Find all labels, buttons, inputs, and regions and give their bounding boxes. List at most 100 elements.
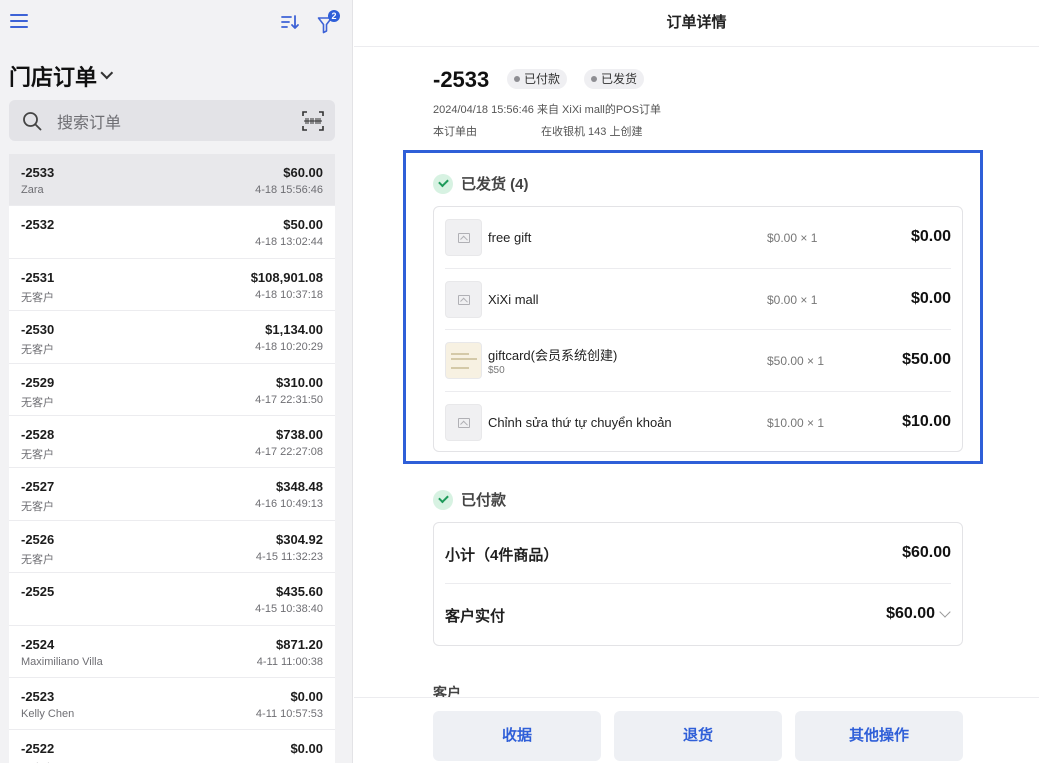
order-list-item[interactable]: -2525 $435.60 4-15 10:38:40 xyxy=(9,573,335,626)
store-orders-dropdown[interactable]: 门店订单 xyxy=(9,60,114,92)
sidebar: 2 门店订单 搜索订单 -2533 Zara $60.00 4-18 15:56:46… xyxy=(0,0,353,763)
item-price-qty: $0.00 × 1 xyxy=(767,292,818,307)
receipt-button[interactable]: 收据 xyxy=(433,711,601,761)
item-name: giftcard(会员系统创建) xyxy=(488,348,618,363)
order-time: 4-17 22:31:50 xyxy=(255,393,323,406)
subtotal-value: $60.00 xyxy=(902,544,951,561)
order-amount: $50.00 xyxy=(283,217,323,233)
created-by-label: 本订单由 xyxy=(433,126,477,138)
refund-button[interactable]: 退货 xyxy=(614,711,782,761)
order-number: -2533 xyxy=(433,67,490,92)
amount-paid-value: $60.00 xyxy=(886,605,935,622)
order-number: -2529 xyxy=(21,374,55,390)
sidebar-toolbar: 2 xyxy=(0,0,352,48)
item-variant: $50 xyxy=(488,365,505,376)
order-customer: Kelly Chen xyxy=(21,707,75,720)
order-list-item[interactable]: -2528 无客户 $738.00 4-17 22:27:08 xyxy=(9,415,335,469)
amount-paid-label: 客户实付 xyxy=(445,608,506,625)
order-amount: $0.00 xyxy=(290,741,323,757)
image-placeholder-icon xyxy=(445,280,482,318)
chevron-down-icon[interactable] xyxy=(939,606,951,618)
order-amount: $60.00 xyxy=(283,165,323,180)
order-list-item[interactable]: -2523 Kelly Chen $0.00 4-11 10:57:53 xyxy=(9,677,335,731)
order-time: 4-15 11:32:23 xyxy=(255,550,323,563)
status-badge-paid: 已付款 xyxy=(507,69,568,89)
order-number: -2523 xyxy=(21,688,55,704)
item-name: Chỉnh sửa thứ tự chuyển khoản xyxy=(488,414,672,430)
paid-section-title: 已付款 xyxy=(461,492,507,509)
order-customer: Zara xyxy=(21,184,44,196)
item-total: $0.00 xyxy=(910,289,951,307)
order-time: 4-18 13:02:44 xyxy=(255,236,323,249)
search-placeholder: 搜索订单 xyxy=(57,114,122,132)
order-list-item[interactable]: -2530 无客户 $1,134.00 4-18 10:20:29 xyxy=(9,311,335,364)
order-list-item[interactable]: -2526 无客户 $304.92 4-15 11:32:23 xyxy=(9,520,335,574)
order-time: 4-11 11:00:38 xyxy=(256,655,323,668)
detail-header: 订单详情 xyxy=(354,0,1039,47)
order-list: -2533 Zara $60.00 4-18 15:56:46 -2532 $50.00 4… xyxy=(9,154,335,763)
order-customer: Maximiliano Villa xyxy=(21,655,103,668)
more-actions-button[interactable]: 其他操作 xyxy=(795,711,963,761)
barcode-scan-icon[interactable] xyxy=(301,109,325,133)
filter-button[interactable]: 2 xyxy=(317,10,340,34)
order-amount: $304.92 xyxy=(276,531,323,547)
order-list-item[interactable]: -2533 Zara $60.00 4-18 15:56:46 xyxy=(9,154,335,207)
order-time: 4-18 10:20:29 xyxy=(255,341,323,354)
order-number: -2532 xyxy=(21,217,55,233)
image-placeholder-icon xyxy=(445,219,482,256)
image-placeholder-icon xyxy=(445,403,482,441)
item-name: free gift xyxy=(488,230,532,245)
search-input[interactable]: 搜索订单 xyxy=(9,100,335,141)
filter-count-badge: 2 xyxy=(328,10,340,22)
payment-card: 小计（4件商品） $60.00 客户实付 $60.00 xyxy=(433,522,963,646)
order-list-item[interactable]: -2527 无客户 $348.48 4-16 10:49:13 xyxy=(9,468,335,521)
order-number: -2531 xyxy=(21,269,55,285)
item-price-qty: $50.00 × 1 xyxy=(767,354,825,368)
order-number: -2530 xyxy=(21,322,55,338)
search-icon xyxy=(23,111,42,130)
order-customer: 无客户 xyxy=(21,553,54,566)
amount-paid-row[interactable]: 客户实付 $60.00 xyxy=(445,584,951,645)
line-item[interactable]: free gift $0.00 × 1 $0.00 xyxy=(445,207,951,269)
sort-icon[interactable] xyxy=(280,12,300,32)
order-time: 4-15 10:38:40 xyxy=(255,603,323,616)
order-list-item[interactable]: -2524 Maximiliano Villa $871.20 4-11 11:00:… xyxy=(9,625,335,678)
line-item[interactable]: XiXi mall $0.00 × 1 $0.00 xyxy=(445,269,951,330)
item-name: XiXi mall xyxy=(488,291,539,307)
item-total: $0.00 xyxy=(910,228,951,245)
order-number: -2528 xyxy=(21,426,55,442)
order-amount: $108,901.08 xyxy=(250,269,323,285)
item-price-qty: $10.00 × 1 xyxy=(767,415,825,430)
order-number: -2526 xyxy=(21,531,55,547)
line-items-card: free gift $0.00 × 1 $0.00 XiXi mall $0.00 × … xyxy=(433,206,963,452)
order-time: 4-18 15:56:46 xyxy=(255,184,323,196)
order-list-item[interactable]: -2532 $50.00 4-18 13:02:44 xyxy=(9,206,335,259)
subtotal-row: 小计（4件商品） $60.00 xyxy=(445,523,951,584)
order-time: 4-11 10:57:53 xyxy=(255,707,323,720)
order-time: 4-18 10:37:18 xyxy=(255,288,323,301)
check-circle-icon xyxy=(433,173,453,194)
line-item[interactable]: giftcard(会员系统创建) $50 $50.00 × 1 $50.00 xyxy=(445,330,951,392)
shipped-section-title: 已发货 (4) xyxy=(461,176,529,193)
order-list-item[interactable]: -2522无客户$0.00 xyxy=(9,730,335,763)
page-title: 订单详情 xyxy=(666,14,727,31)
item-total: $10.00 xyxy=(902,412,951,430)
order-list-item[interactable]: -2531 无客户 $108,901.08 4-18 10:37:18 xyxy=(9,258,335,312)
order-list-item[interactable]: -2529 无客户 $310.00 4-17 22:31:50 xyxy=(9,363,335,416)
giftcard-thumbnail xyxy=(445,342,482,379)
menu-icon[interactable] xyxy=(10,14,28,32)
order-amount: $1,134.00 xyxy=(265,322,323,338)
line-item[interactable]: Chỉnh sửa thứ tự chuyển khoản $10.00 × 1 $… xyxy=(445,392,951,454)
order-customer: 无客户 xyxy=(21,291,54,304)
status-badge-shipped: 已发货 xyxy=(584,69,645,89)
order-customer: 无客户 xyxy=(21,396,54,409)
order-amount: $738.00 xyxy=(276,426,323,442)
order-amount: $310.00 xyxy=(276,374,323,390)
subtotal-label: 小计（4件商品） xyxy=(445,547,559,564)
order-customer: 无客户 xyxy=(21,344,54,357)
action-bar: 收据 退货 其他操作 xyxy=(354,697,1039,763)
created-on-label: 在收银机 143 上创建 xyxy=(541,126,643,138)
chevron-down-icon xyxy=(100,66,114,79)
order-amount: $348.48 xyxy=(276,479,323,495)
check-circle-icon xyxy=(433,489,453,510)
